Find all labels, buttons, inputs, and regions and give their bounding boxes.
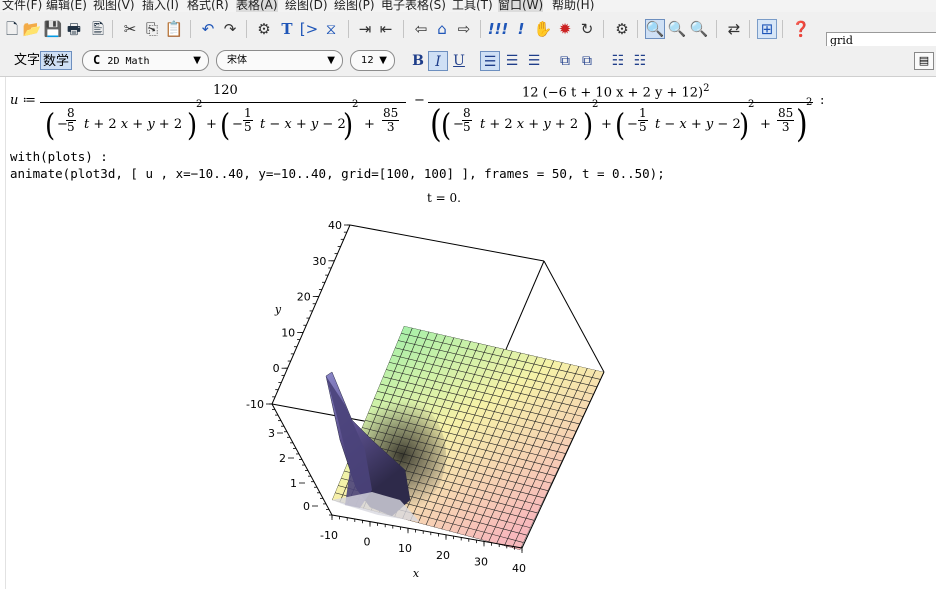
menu-table[interactable]: 表格(A)	[236, 0, 278, 12]
x-tick-label: 0	[364, 536, 371, 549]
menu-insert[interactable]: 插入(I)	[142, 0, 179, 12]
x-tick-label: 30	[474, 555, 488, 568]
style-prefix: C	[93, 53, 101, 67]
print-icon[interactable]: 🖶	[64, 19, 84, 39]
print-preview-icon[interactable]: 🖺	[88, 19, 108, 39]
menu-bar: 文件(F) 编辑(E) 视图(V) 插入(I) 格式(R) 表格(A) 绘图(D…	[0, 0, 936, 12]
text-mode-icon[interactable]: T	[277, 19, 297, 39]
plot3d-animation[interactable]: 403020100-10y3210-10010203040x	[0, 77, 936, 589]
menu-view[interactable]: 视图(V)	[93, 0, 135, 12]
z-tick-label: 3	[268, 427, 275, 440]
bracket-settings-icon[interactable]: ⚙	[254, 19, 274, 39]
style-value: 2D Math	[107, 56, 150, 67]
open-folder-icon[interactable]: 📂	[22, 19, 42, 39]
x-tick-label: -10	[320, 529, 338, 542]
debug-bug-icon[interactable]: ✹	[555, 19, 575, 39]
align-center-icon[interactable]: ☰	[502, 51, 522, 71]
y-tick-label: 10	[281, 326, 295, 339]
menu-edit[interactable]: 编辑(E)	[46, 0, 87, 12]
panel-toggle-icon[interactable]: ▤	[914, 52, 934, 70]
menu-window[interactable]: 窗口(W)	[498, 0, 544, 12]
undo-icon[interactable]: ↶	[198, 19, 218, 39]
save-icon[interactable]: 💾	[43, 19, 63, 39]
execute-icon[interactable]: !	[511, 19, 531, 39]
z-tick-label: 0	[303, 500, 310, 513]
help-question-icon[interactable]: ❓	[791, 19, 811, 39]
z-tick-label: 2	[279, 452, 286, 465]
x-tick-label: 20	[436, 549, 450, 562]
font-size-value: 12	[361, 55, 374, 66]
zoom-100-icon[interactable]: 🔍	[645, 19, 665, 39]
indent-icon[interactable]: ⇥	[355, 19, 375, 39]
surface	[325, 326, 604, 550]
cut-icon[interactable]: ✂	[120, 19, 140, 39]
y-axis-label: y	[274, 303, 282, 316]
y-tick-label: -10	[246, 398, 264, 411]
redo-icon[interactable]: ↷	[220, 19, 240, 39]
new-document-icon[interactable]: 🗋	[2, 19, 22, 39]
y-tick-label: 40	[328, 219, 342, 232]
font-color-icon[interactable]: ⧉	[555, 51, 575, 71]
execute-all-icon[interactable]: !!!	[488, 19, 509, 39]
layout-icon[interactable]: ⊞	[757, 19, 777, 39]
math-sum-icon[interactable]: ⧖	[321, 19, 341, 39]
z-tick-label: 1	[290, 477, 297, 490]
main-toolbar: 🗋 📂 💾 🖶 🖺 ✂ ⎘ 📋 ↶ ↷ ⚙ T [> ⧖ ⇥ ⇤ ⇦ ⌂ ⇨ !…	[0, 12, 936, 51]
x-tick-label: 10	[398, 542, 412, 555]
menu-plot[interactable]: 绘图(P)	[334, 0, 375, 12]
menu-format[interactable]: 格式(R)	[187, 0, 229, 12]
align-right-icon[interactable]: ☰	[524, 51, 544, 71]
font-size-select[interactable]: 12 ▼	[350, 50, 395, 71]
back-arrow-icon[interactable]: ⇦	[411, 19, 431, 39]
zoom-150-icon[interactable]: 🔍	[667, 19, 687, 39]
menu-file[interactable]: 文件(F)	[2, 0, 42, 12]
y-tick-label: 30	[312, 255, 326, 268]
bullet-list-icon[interactable]: ☷	[608, 51, 628, 71]
underline-button[interactable]: U	[449, 51, 469, 71]
swap-icon[interactable]: ⇄	[724, 19, 744, 39]
math-mode-button[interactable]: 数学	[40, 51, 73, 70]
highlight-color-icon[interactable]: ⧉	[577, 51, 597, 71]
menu-spreadsheet[interactable]: 电子表格(S)	[381, 0, 446, 12]
execution-group-icon[interactable]: [>	[299, 19, 319, 39]
restart-icon[interactable]: ↻	[577, 19, 597, 39]
copy-icon[interactable]: ⎘	[142, 19, 162, 39]
x-tick-label: 40	[512, 562, 526, 575]
x-axis-label: x	[413, 567, 420, 580]
align-left-icon[interactable]: ☰	[480, 51, 500, 71]
forward-arrow-icon[interactable]: ⇨	[454, 19, 474, 39]
y-tick-label: 0	[273, 362, 280, 375]
numbered-list-icon[interactable]: ☷	[630, 51, 650, 71]
zoom-200-icon[interactable]: 🔍	[689, 19, 709, 39]
style-select[interactable]: C 2D Math ▼	[82, 50, 209, 71]
outdent-icon[interactable]: ⇤	[376, 19, 396, 39]
font-value: 宋体	[227, 55, 247, 66]
format-toolbar: 文字 数学 C 2D Math ▼ 宋体 ▼ 12 ▼ B I U ☰ ☰ ☰ …	[0, 46, 936, 77]
chevron-down-icon: ▼	[193, 55, 201, 66]
paste-icon[interactable]: 📋	[164, 19, 184, 39]
menu-help[interactable]: 帮助(H)	[552, 0, 594, 12]
settings-gear-icon[interactable]: ⚙	[612, 19, 632, 39]
stop-hand-icon[interactable]: ✋	[533, 19, 553, 39]
y-tick-label: 20	[297, 291, 311, 304]
menu-tools[interactable]: 工具(T)	[452, 0, 493, 12]
chevron-down-icon: ▼	[379, 55, 387, 66]
menu-drawing[interactable]: 绘图(D)	[285, 0, 328, 12]
chevron-down-icon: ▼	[327, 55, 335, 66]
bold-button[interactable]: B	[408, 51, 428, 71]
home-icon[interactable]: ⌂	[432, 19, 452, 39]
text-mode-button[interactable]: 文字	[12, 51, 42, 70]
font-select[interactable]: 宋体 ▼	[216, 50, 343, 71]
worksheet: u ≔ 120 ( − 85 t + 2 x + y + 2 ) 2 + ( −…	[0, 77, 936, 589]
italic-button[interactable]: I	[428, 51, 448, 71]
